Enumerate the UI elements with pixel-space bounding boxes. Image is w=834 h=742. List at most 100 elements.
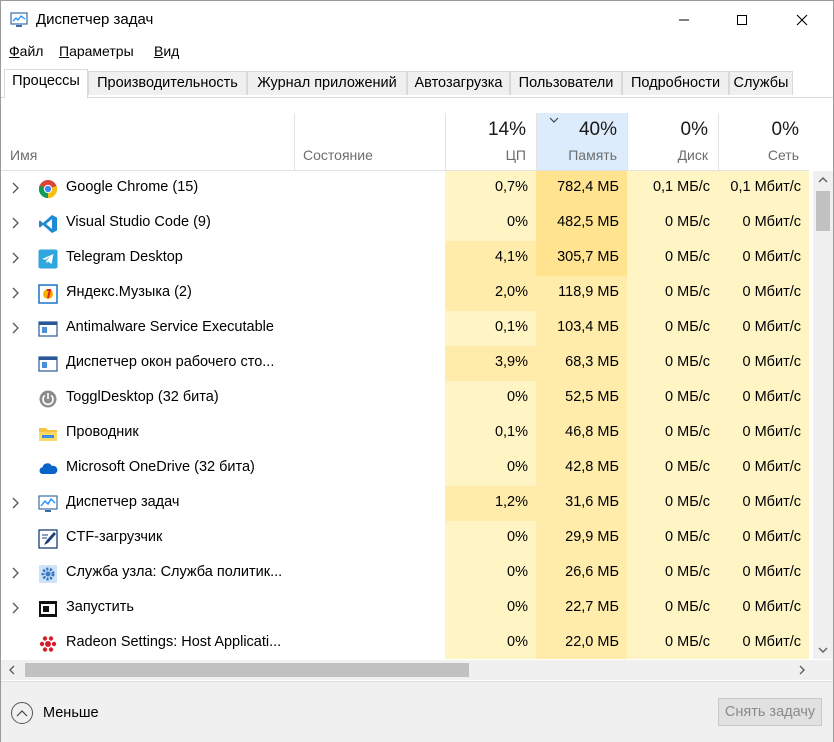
- memory-value: 52,5 МБ: [536, 381, 627, 416]
- cpu-value: 0%: [445, 451, 536, 486]
- process-name: Telegram Desktop: [66, 249, 183, 265]
- scroll-down-icon[interactable]: [813, 641, 833, 659]
- process-name: TogglDesktop (32 бита): [66, 389, 219, 405]
- table-row[interactable]: Microsoft OneDrive (32 бита) 0% 42,8 МБ 0 М…: [1, 451, 809, 486]
- explorer-folder-icon: [38, 424, 58, 444]
- table-row[interactable]: Яндекс.Музыка (2) 2,0% 118,9 МБ 0 МБ/с 0 Мби…: [1, 276, 809, 311]
- network-value: 0 Мбит/с: [718, 591, 809, 626]
- table-row[interactable]: Диспетчер задач 1,2% 31,6 МБ 0 МБ/с 0 Мбит/с: [1, 486, 809, 521]
- table-row[interactable]: TogglDesktop (32 бита) 0% 52,5 МБ 0 МБ/с 0 М…: [1, 381, 809, 416]
- network-value: 0 Мбит/с: [718, 276, 809, 311]
- chevron-right-icon[interactable]: [11, 252, 21, 264]
- cpu-value: 0%: [445, 206, 536, 241]
- memory-value: 305,7 МБ: [536, 241, 627, 276]
- cpu-value: 0%: [445, 591, 536, 626]
- disk-value: 0 МБ/с: [627, 381, 718, 416]
- process-name: Antimalware Service Executable: [66, 319, 274, 335]
- table-row[interactable]: Проводник 0,1% 46,8 МБ 0 МБ/с 0 Мбит/с: [1, 416, 809, 451]
- fewer-details-button[interactable]: Меньше: [11, 700, 99, 726]
- close-button[interactable]: [779, 1, 825, 39]
- scroll-right-icon[interactable]: [793, 660, 811, 680]
- table-row[interactable]: Запустить 0% 22,7 МБ 0 МБ/с 0 Мбит/с: [1, 591, 809, 626]
- chevron-right-icon[interactable]: [11, 322, 21, 334]
- memory-value: 118,9 МБ: [536, 276, 627, 311]
- menu-options[interactable]: Параметры: [59, 43, 134, 59]
- column-header-network[interactable]: 0% Сеть: [718, 113, 809, 170]
- memory-value: 68,3 МБ: [536, 346, 627, 381]
- vertical-scroll-thumb[interactable]: [816, 191, 830, 231]
- tab-performance[interactable]: Производительность: [88, 71, 247, 95]
- disk-value: 0 МБ/с: [627, 311, 718, 346]
- network-value: 0,1 Мбит/с: [718, 171, 809, 206]
- disk-value: 0 МБ/с: [627, 556, 718, 591]
- table-row[interactable]: Visual Studio Code (9) 0% 482,5 МБ 0 МБ/с 0 …: [1, 206, 809, 241]
- process-name: Яндекс.Музыка (2): [66, 284, 192, 300]
- disk-value: 0 МБ/с: [627, 486, 718, 521]
- tab-processes[interactable]: Процессы: [4, 69, 88, 98]
- title-bar[interactable]: Диспетчер задач: [1, 1, 833, 39]
- tab-details[interactable]: Подробности: [622, 71, 729, 95]
- disk-value: 0 МБ/с: [627, 521, 718, 556]
- table-row[interactable]: Диспетчер окон рабочего сто... 3,9% 68,3 М…: [1, 346, 809, 381]
- maximize-button[interactable]: [719, 1, 765, 39]
- disk-value: 0 МБ/с: [627, 241, 718, 276]
- chevron-right-icon[interactable]: [11, 602, 21, 614]
- memory-value: 29,9 МБ: [536, 521, 627, 556]
- vertical-scrollbar[interactable]: [813, 171, 833, 659]
- onedrive-cloud-icon: [38, 459, 58, 479]
- process-name: Служба узла: Служба политик...: [66, 564, 283, 580]
- memory-value: 103,4 МБ: [536, 311, 627, 346]
- tab-users[interactable]: Пользователи: [510, 71, 622, 95]
- process-name: Radeon Settings: Host Applicati...: [66, 634, 282, 650]
- table-row[interactable]: CTF-загрузчик 0% 29,9 МБ 0 МБ/с 0 Мбит/с: [1, 521, 809, 556]
- cpu-value: 0%: [445, 381, 536, 416]
- scroll-up-icon[interactable]: [813, 171, 833, 189]
- memory-value: 22,7 МБ: [536, 591, 627, 626]
- chevron-right-icon[interactable]: [11, 217, 21, 229]
- memory-value: 782,4 МБ: [536, 171, 627, 206]
- tab-app-history[interactable]: Журнал приложений: [247, 71, 407, 95]
- column-header-status[interactable]: Состояние: [294, 113, 445, 170]
- column-header-name[interactable]: Имя: [1, 113, 294, 170]
- chevron-right-icon[interactable]: [11, 567, 21, 579]
- cpu-value: 0,1%: [445, 311, 536, 346]
- menu-view[interactable]: Вид: [154, 43, 179, 59]
- disk-value: 0 МБ/с: [627, 626, 718, 659]
- minimize-button[interactable]: [661, 1, 707, 39]
- chevron-right-icon[interactable]: [11, 497, 21, 509]
- horizontal-scroll-thumb[interactable]: [25, 663, 469, 677]
- tab-startup[interactable]: Автозагрузка: [407, 71, 510, 95]
- task-manager-window: Диспетчер задач Файл Параметры Вид Проце…: [0, 0, 834, 742]
- chrome-icon: [38, 179, 58, 199]
- chevron-right-icon[interactable]: [11, 287, 21, 299]
- menu-bar: Файл Параметры Вид: [1, 41, 833, 63]
- table-row[interactable]: Служба узла: Служба политик... 0% 26,6 МБ 0…: [1, 556, 809, 591]
- disk-value: 0 МБ/с: [627, 591, 718, 626]
- tab-services[interactable]: Службы: [729, 71, 793, 95]
- cpu-value: 2,0%: [445, 276, 536, 311]
- table-row[interactable]: Google Chrome (15) 0,7% 782,4 МБ 0,1 МБ/с 0,…: [1, 171, 809, 206]
- disk-value: 0 МБ/с: [627, 276, 718, 311]
- chevron-right-icon[interactable]: [11, 182, 21, 194]
- scroll-left-icon[interactable]: [3, 660, 21, 680]
- menu-file[interactable]: Файл: [9, 43, 43, 59]
- table-row[interactable]: Telegram Desktop 4,1% 305,7 МБ 0 МБ/с 0 Мбит…: [1, 241, 809, 276]
- end-task-button[interactable]: Снять задачу: [718, 698, 822, 726]
- network-value: 0 Мбит/с: [718, 416, 809, 451]
- table-row[interactable]: Radeon Settings: Host Applicati... 0% 22,0…: [1, 626, 809, 659]
- column-header-memory[interactable]: 40% Память: [536, 113, 627, 170]
- gear-service-icon: [38, 564, 58, 584]
- toggl-icon: [38, 389, 58, 409]
- radeon-icon: [38, 634, 58, 654]
- column-header-cpu[interactable]: 14% ЦП: [445, 113, 536, 170]
- horizontal-scrollbar[interactable]: [1, 660, 813, 680]
- cpu-value: 0,1%: [445, 416, 536, 451]
- table-row[interactable]: Antimalware Service Executable 0,1% 103,4 …: [1, 311, 809, 346]
- memory-value: 46,8 МБ: [536, 416, 627, 451]
- memory-value: 22,0 МБ: [536, 626, 627, 659]
- window-title: Диспетчер задач: [36, 11, 154, 28]
- network-value: 0 Мбит/с: [718, 346, 809, 381]
- process-list: Google Chrome (15) 0,7% 782,4 МБ 0,1 МБ/с 0,…: [1, 171, 809, 659]
- cpu-value: 0%: [445, 626, 536, 659]
- column-header-disk[interactable]: 0% Диск: [627, 113, 718, 170]
